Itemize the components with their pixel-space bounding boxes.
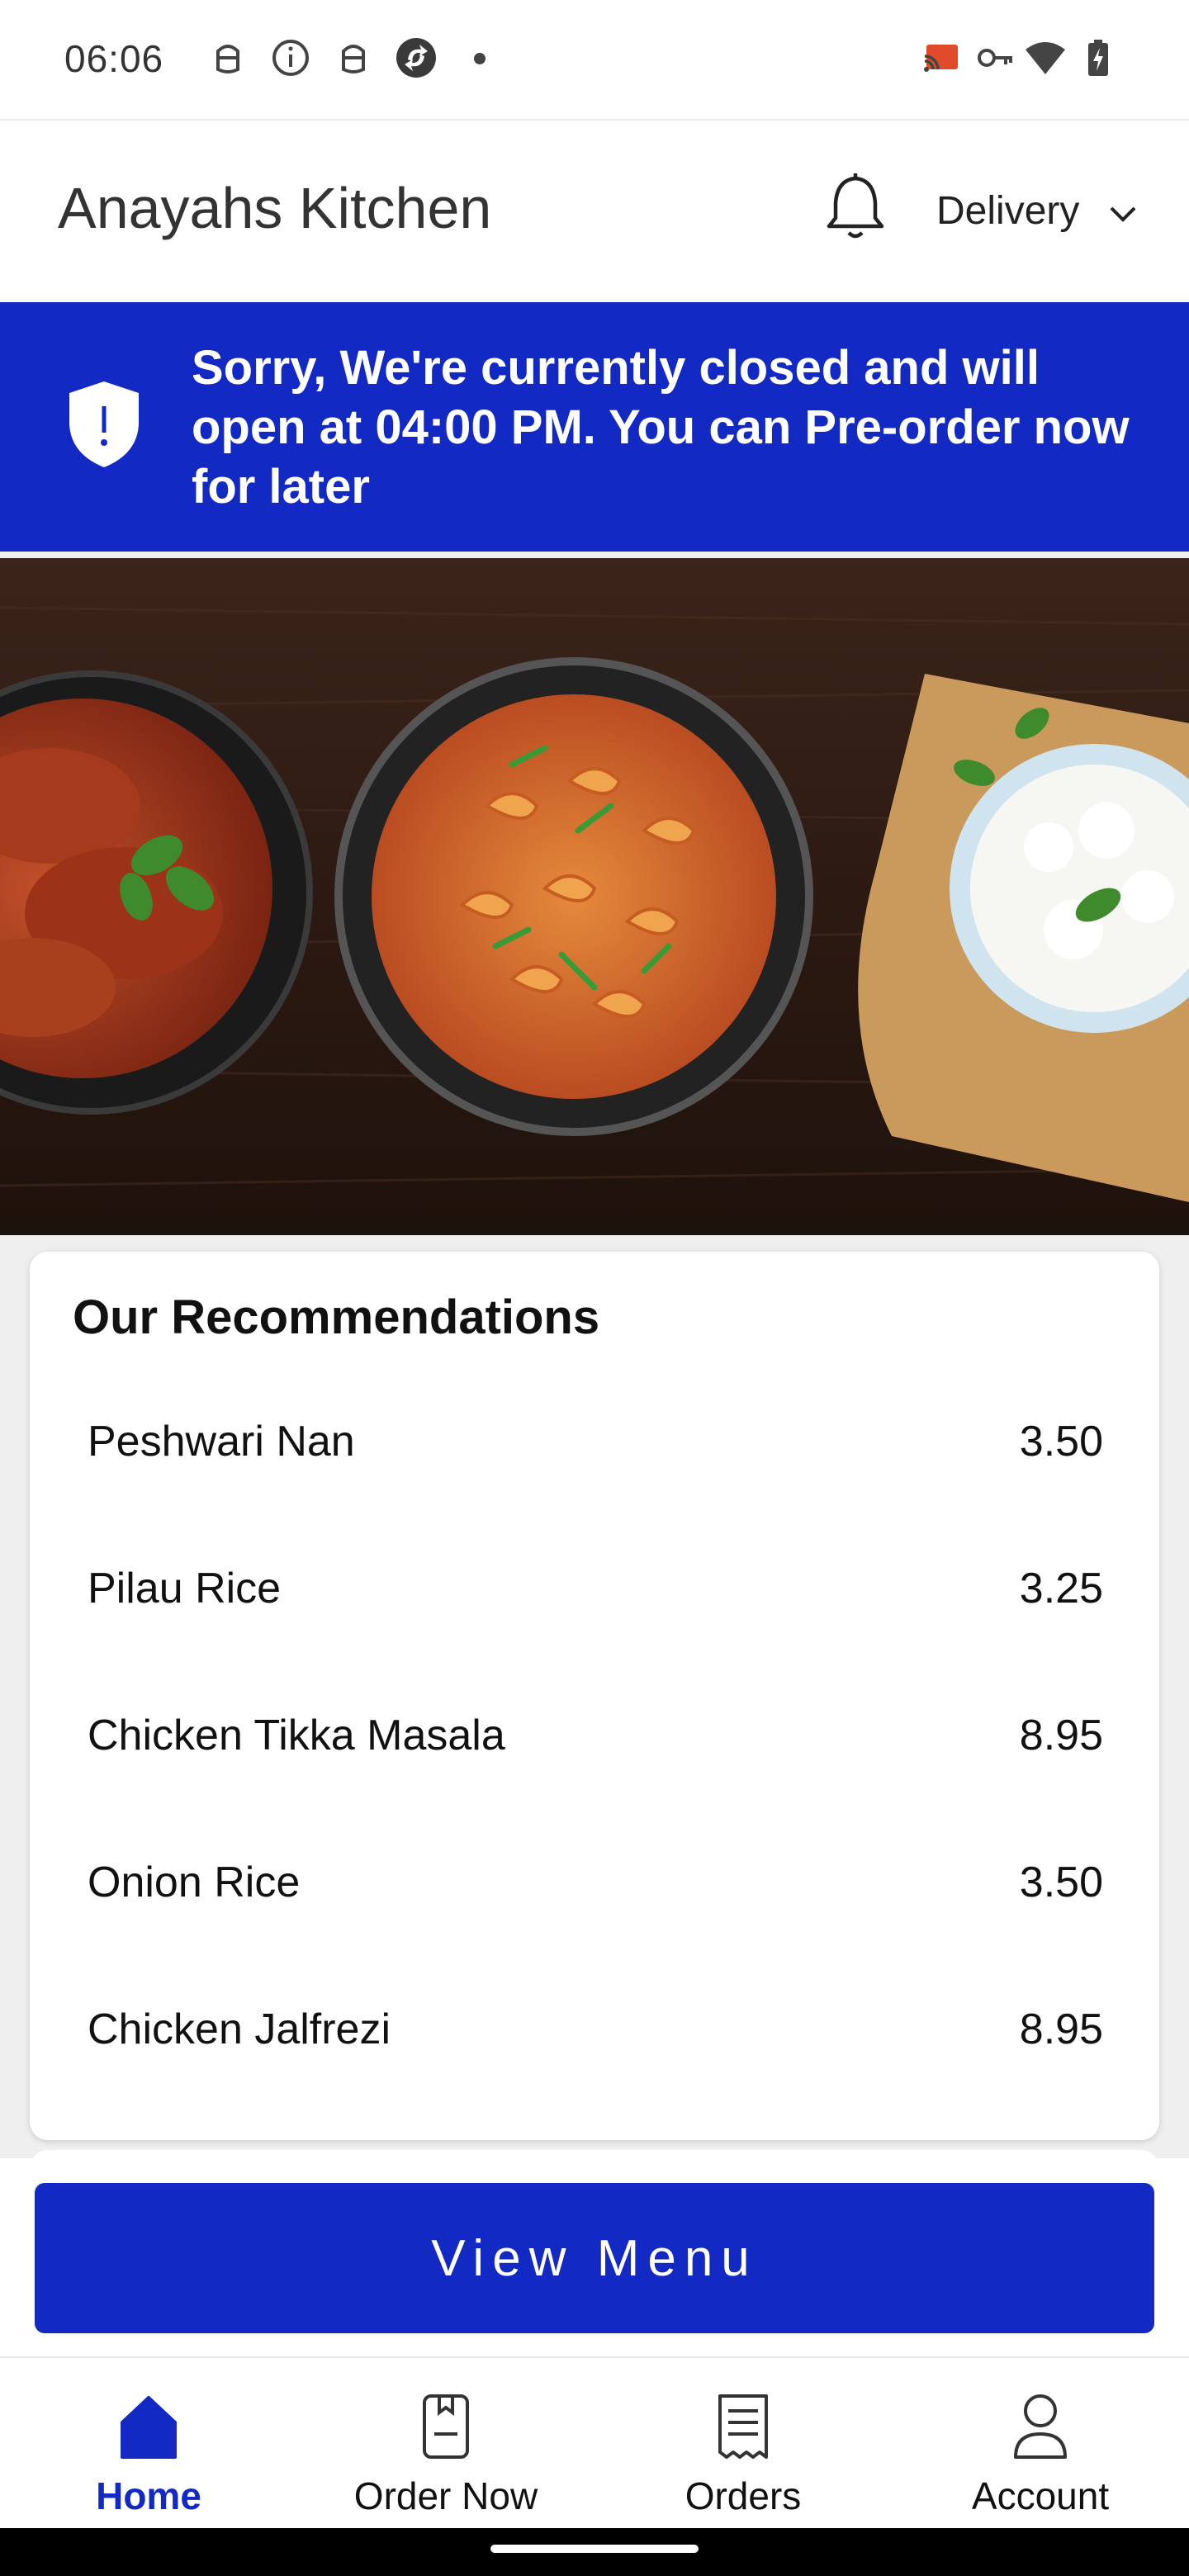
list-item[interactable]: Chicken Jalfrezi 8.95 bbox=[30, 1980, 1159, 2127]
item-name: Onion Rice bbox=[88, 1859, 301, 1906]
closed-banner: Sorry, We're currently closed and will o… bbox=[0, 302, 1189, 552]
restaurant-name: Anayahs Kitchen bbox=[58, 176, 492, 240]
sync-app-icon bbox=[396, 38, 436, 78]
wifi-icon bbox=[1026, 42, 1065, 74]
item-price: 8.95 bbox=[1019, 1712, 1103, 1759]
nav-item-home[interactable]: Home bbox=[0, 2358, 297, 2530]
android-head-icon bbox=[216, 45, 239, 73]
item-price: 3.25 bbox=[1019, 1565, 1103, 1612]
recommendations-list: Peshwari Nan 3.50 Pilau Rice 3.25 Chicke… bbox=[30, 1392, 1159, 2127]
order-type-selector[interactable]: Delivery bbox=[936, 188, 1079, 234]
order-book-icon bbox=[423, 2394, 469, 2459]
list-item[interactable]: Chicken Tikka Masala 8.95 bbox=[30, 1686, 1159, 1833]
recommendations-card: Our Recommendations Peshwari Nan 3.50 Pi… bbox=[30, 1252, 1159, 2140]
item-name: Chicken Jalfrezi bbox=[88, 2005, 391, 2053]
hero-food-image bbox=[0, 558, 1189, 1235]
item-price: 3.50 bbox=[1019, 1859, 1103, 1906]
item-name: Peshwari Nan bbox=[88, 1418, 355, 1466]
list-item[interactable]: Peshwari Nan 3.50 bbox=[30, 1392, 1159, 1539]
nav-label-order-now: Order Now bbox=[353, 2474, 538, 2517]
android-head-icon bbox=[342, 45, 365, 73]
nav-label-home: Home bbox=[96, 2474, 201, 2517]
nav-item-account[interactable]: Account bbox=[892, 2358, 1189, 2530]
nav-label-account: Account bbox=[971, 2474, 1110, 2517]
chevron-down-icon[interactable] bbox=[1106, 201, 1139, 226]
view-menu-bar: View Menu bbox=[0, 2158, 1189, 2356]
list-item[interactable]: Pilau Rice 3.25 bbox=[30, 1539, 1159, 1686]
item-price: 3.50 bbox=[1019, 1418, 1103, 1466]
gesture-bar bbox=[0, 2528, 1189, 2576]
nav-item-orders[interactable]: Orders bbox=[594, 2358, 892, 2530]
battery-charging-icon bbox=[1088, 40, 1108, 76]
closed-message: Sorry, We're currently closed and will o… bbox=[192, 341, 1130, 514]
bottom-nav: Home Order Now Orders Account bbox=[0, 2356, 1189, 2528]
receipt-icon bbox=[718, 2394, 768, 2459]
status-time: 06:06 bbox=[64, 37, 164, 80]
status-bar: 06:06 bbox=[0, 0, 1189, 119]
nav-item-order-now[interactable]: Order Now bbox=[297, 2358, 594, 2530]
shield-alert-icon bbox=[69, 381, 139, 467]
item-name: Chicken Tikka Masala bbox=[88, 1712, 505, 1759]
notification-dot bbox=[474, 53, 486, 64]
item-name: Pilau Rice bbox=[88, 1565, 282, 1612]
recommendations-title: Our Recommendations bbox=[73, 1290, 600, 1344]
cast-icon bbox=[924, 45, 958, 72]
view-menu-button[interactable]: View Menu bbox=[35, 2183, 1154, 2333]
list-item[interactable]: Onion Rice 3.50 bbox=[30, 1833, 1159, 1980]
food-dishes-photo bbox=[0, 558, 1189, 1235]
home-icon bbox=[121, 2396, 177, 2459]
nav-label-orders: Orders bbox=[685, 2474, 802, 2517]
item-price: 8.95 bbox=[1019, 2005, 1103, 2053]
bell-icon[interactable] bbox=[822, 170, 888, 244]
gesture-handle[interactable] bbox=[490, 2545, 699, 2553]
user-icon bbox=[1014, 2394, 1067, 2459]
info-icon bbox=[272, 40, 309, 76]
vpn-key-icon bbox=[978, 49, 1012, 67]
app-header: Anayahs Kitchen Delivery bbox=[0, 119, 1189, 302]
